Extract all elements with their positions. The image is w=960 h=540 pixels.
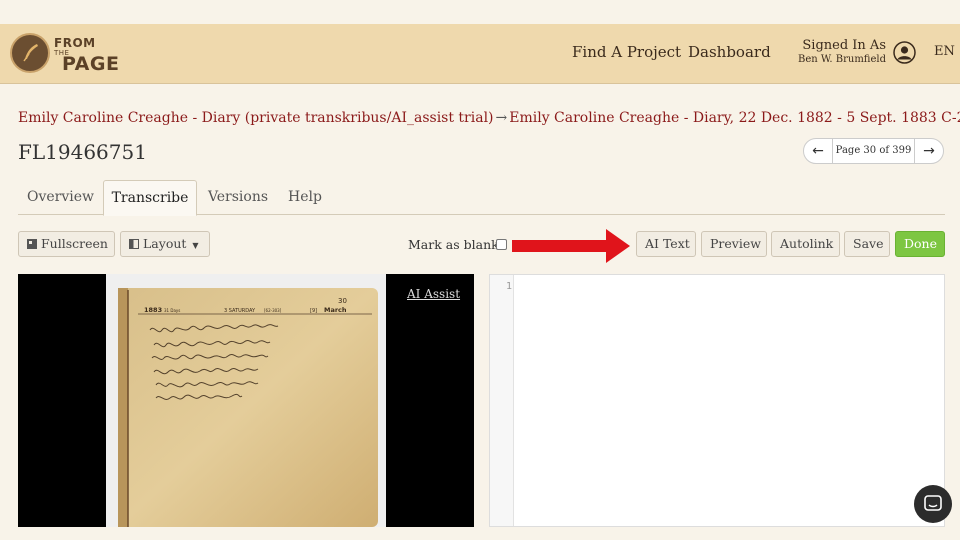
caret-down-icon: ▼ — [192, 241, 199, 250]
nav-find-project[interactable]: Find A Project — [572, 43, 681, 61]
logo-text-from: FROM — [54, 36, 96, 50]
annotation-arrow — [512, 229, 630, 263]
page-position-label: Page 30 of 399 — [832, 139, 915, 163]
breadcrumb-separator: → — [495, 110, 508, 126]
line-number-gutter: 1 — [490, 275, 514, 526]
transcription-editor[interactable]: 1 — [489, 274, 945, 527]
diary-month: March — [324, 306, 347, 314]
mark-as-blank-checkbox[interactable] — [496, 239, 507, 250]
tab-transcribe[interactable]: Transcribe — [103, 180, 197, 216]
chat-widget-button[interactable] — [914, 485, 952, 523]
autolink-button[interactable]: Autolink — [771, 231, 840, 257]
top-strip — [0, 0, 960, 24]
page-title: FL19466751 — [18, 140, 147, 164]
diary-week: [9] — [310, 308, 317, 314]
breadcrumb-collection-link[interactable]: Emily Caroline Creaghe - Diary (private … — [18, 110, 494, 126]
line-number: 1 — [505, 281, 512, 292]
logo-text-page: PAGE — [62, 53, 120, 75]
tab-help[interactable]: Help — [279, 180, 331, 215]
ai-text-button[interactable]: AI Text — [636, 231, 696, 257]
mark-as-blank-label: Mark as blank — [408, 237, 499, 252]
user-name: Ben W. Brumfield — [797, 54, 886, 65]
page-image-viewer[interactable]: 1883 31 Days 3 SATURDAY [62-303] [9] Mar… — [18, 274, 474, 527]
breadcrumb: Emily Caroline Creaghe - Diary (private … — [18, 110, 960, 126]
preview-button[interactable]: Preview — [701, 231, 767, 257]
quill-pen-icon — [10, 33, 50, 73]
breadcrumb-work-link[interactable]: Emily Caroline Creaghe - Diary, 22 Dec. … — [509, 110, 960, 126]
page-navigator: ← Page 30 of 399 → — [803, 138, 944, 164]
diary-days: 31 Days — [164, 308, 180, 313]
user-circle-icon[interactable] — [893, 41, 916, 64]
layout-icon — [129, 239, 139, 249]
page-tabs: Overview Transcribe Versions Help — [18, 180, 945, 216]
fullscreen-button[interactable]: Fullscreen — [18, 231, 115, 257]
done-button[interactable]: Done — [895, 231, 945, 257]
fullscreen-label: Fullscreen — [41, 236, 108, 251]
chat-bubble-icon — [924, 495, 942, 511]
site-header: FROM THE PAGE Find A Project Dashboard S… — [0, 24, 960, 84]
diary-day-number: 30 — [338, 297, 347, 305]
previous-page-button[interactable]: ← — [804, 139, 832, 163]
tab-versions[interactable]: Versions — [197, 180, 279, 215]
diary-weekday: 3 SATURDAY — [224, 308, 256, 314]
site-logo[interactable]: FROM THE PAGE — [10, 33, 130, 75]
diary-year: 1883 — [144, 306, 162, 314]
save-button[interactable]: Save — [844, 231, 890, 257]
diary-page-image: 1883 31 Days 3 SATURDAY [62-303] [9] Mar… — [106, 274, 386, 527]
ai-assist-link[interactable]: AI Assist — [407, 287, 460, 301]
fullscreen-icon — [27, 239, 37, 249]
next-page-button[interactable]: → — [915, 139, 943, 163]
layout-label: Layout — [143, 236, 187, 251]
diary-yearday: [62-303] — [264, 308, 282, 313]
language-selector[interactable]: EN — [934, 44, 955, 59]
layout-dropdown[interactable]: Layout ▼ — [120, 231, 210, 257]
nav-dashboard[interactable]: Dashboard — [688, 43, 771, 61]
user-menu[interactable]: Signed In As Ben W. Brumfield — [790, 38, 886, 65]
tab-overview[interactable]: Overview — [18, 180, 103, 215]
signed-in-label: Signed In As — [802, 38, 886, 53]
